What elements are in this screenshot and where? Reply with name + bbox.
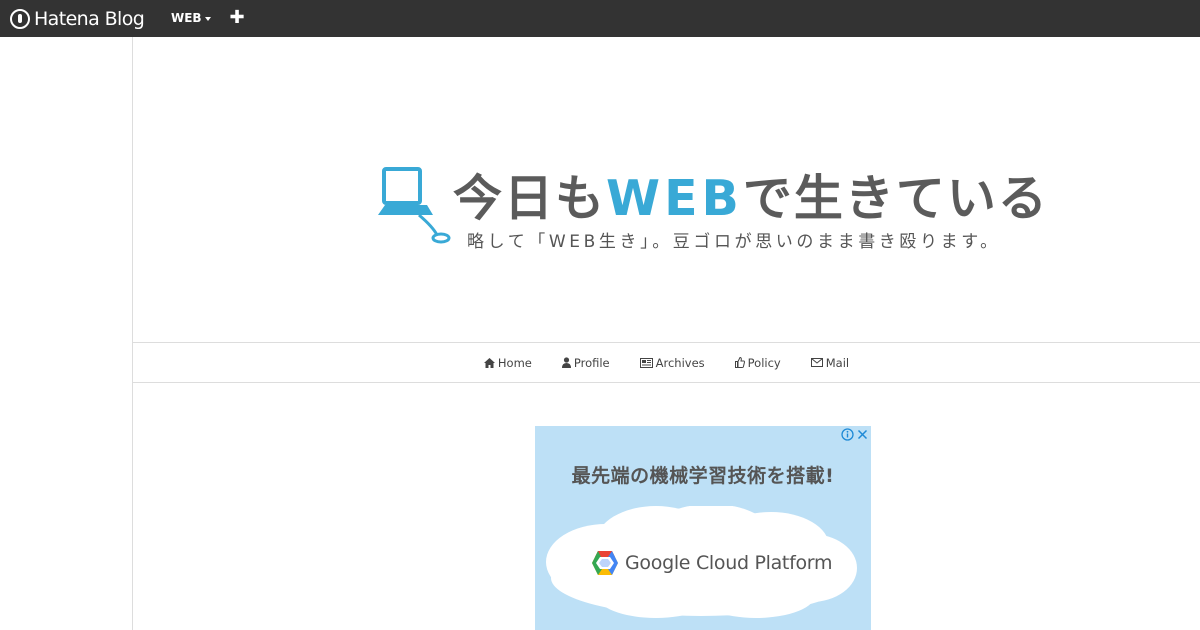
ad-headline: 最先端の機械学習技術を搭載! xyxy=(571,465,835,487)
newspaper-icon xyxy=(639,357,653,368)
home-icon xyxy=(483,357,495,368)
gcp-logo: Google Cloud Platform xyxy=(591,550,832,576)
hatena-blog-logo[interactable]: Hatena Blog xyxy=(10,7,145,31)
plus-icon[interactable]: ✚ xyxy=(229,8,245,28)
nav-label: Profile xyxy=(573,355,610,370)
brand-text: Hatena Blog xyxy=(34,8,145,30)
hatena-logo-icon xyxy=(10,9,30,29)
ad-product: Google Cloud Platform xyxy=(625,552,833,574)
ad-close-icon[interactable] xyxy=(856,428,869,441)
global-nav: Home Profile Archives Policy Mail xyxy=(133,342,1200,383)
nav-label: Archives xyxy=(655,355,705,370)
ad-info-icon[interactable] xyxy=(841,428,854,441)
advertisement[interactable]: 最先端の機械学習技術を搭載! Google Cloud Platform xyxy=(535,426,871,630)
nav-item-profile[interactable]: Profile xyxy=(561,355,610,370)
nav-item-policy[interactable]: Policy xyxy=(734,355,781,370)
blog-header: 今日もWEBで生きている 略して「WEB生き」。豆ゴロが思いのまま書き殴ります。 xyxy=(133,37,1200,342)
nav-item-home[interactable]: Home xyxy=(483,355,532,370)
envelope-icon xyxy=(810,358,823,367)
nav-item-mail[interactable]: Mail xyxy=(810,355,850,370)
nav-label: Policy xyxy=(747,355,781,370)
nav-label: Mail xyxy=(825,355,850,370)
nav-label: Home xyxy=(497,355,532,370)
top-bar: Hatena Blog WEB ✚ xyxy=(0,0,1200,37)
site-subtitle: 略して「WEB生き」。豆ゴロが思いのまま書き殴ります。 xyxy=(467,232,1001,252)
blog-menu-dropdown[interactable]: WEB xyxy=(171,11,211,25)
header-logo[interactable]: 今日もWEBで生きている 略して「WEB生き」。豆ゴロが思いのまま書き殴ります。 xyxy=(375,157,1047,277)
blog-menu-label: WEB xyxy=(171,11,202,25)
google-cloud-icon xyxy=(592,551,618,575)
site-title: 今日もWEBで生きている xyxy=(453,170,1049,227)
caret-down-icon xyxy=(204,16,211,21)
thumbs-up-icon xyxy=(734,357,745,368)
computer-icon xyxy=(378,167,451,244)
nav-item-archives[interactable]: Archives xyxy=(639,355,705,370)
user-icon xyxy=(561,357,571,368)
